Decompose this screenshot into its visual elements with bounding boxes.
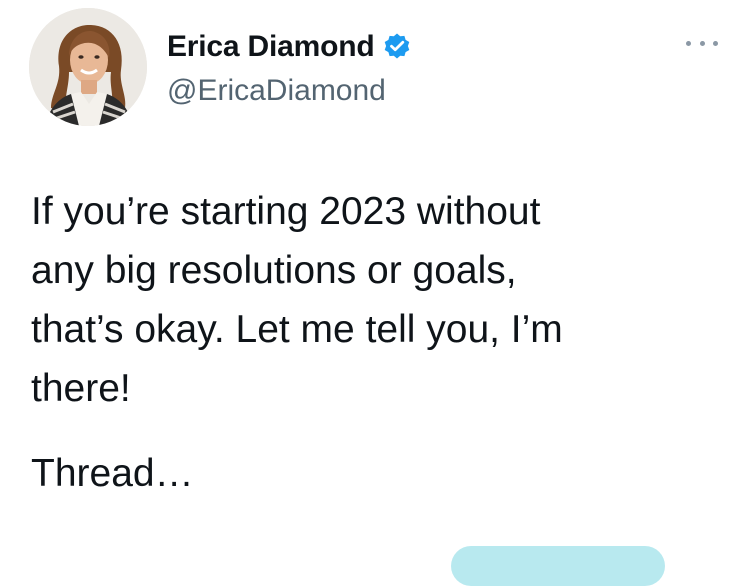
- more-dot-3: [713, 40, 718, 46]
- more-options-icon[interactable]: [686, 33, 718, 53]
- author-handle[interactable]: @EricaDiamond: [167, 74, 386, 108]
- tweet-text-line: that’s okay. Let me tell you, I’m: [31, 308, 563, 351]
- author-display-name[interactable]: Erica Diamond: [167, 30, 375, 64]
- tweet: Erica Diamond @EricaDiamond If you’re st…: [0, 0, 740, 586]
- tweet-text-line: If you’re starting 2023 without: [31, 190, 541, 233]
- tweet-text-line: any big resolutions or goals,: [31, 249, 517, 292]
- more-dot-1: [686, 40, 691, 46]
- thread-label: Thread…: [31, 452, 194, 495]
- avatar-image: [29, 8, 147, 126]
- more-dot-2: [699, 40, 705, 46]
- author-avatar[interactable]: [29, 8, 147, 126]
- tweet-text-line: there!: [31, 367, 131, 410]
- tweet-text: If you’re starting 2023 without any big …: [31, 182, 721, 418]
- author-name-row: Erica Diamond: [167, 29, 412, 65]
- action-pill-button[interactable]: [451, 546, 665, 586]
- verified-badge-icon: [382, 32, 412, 62]
